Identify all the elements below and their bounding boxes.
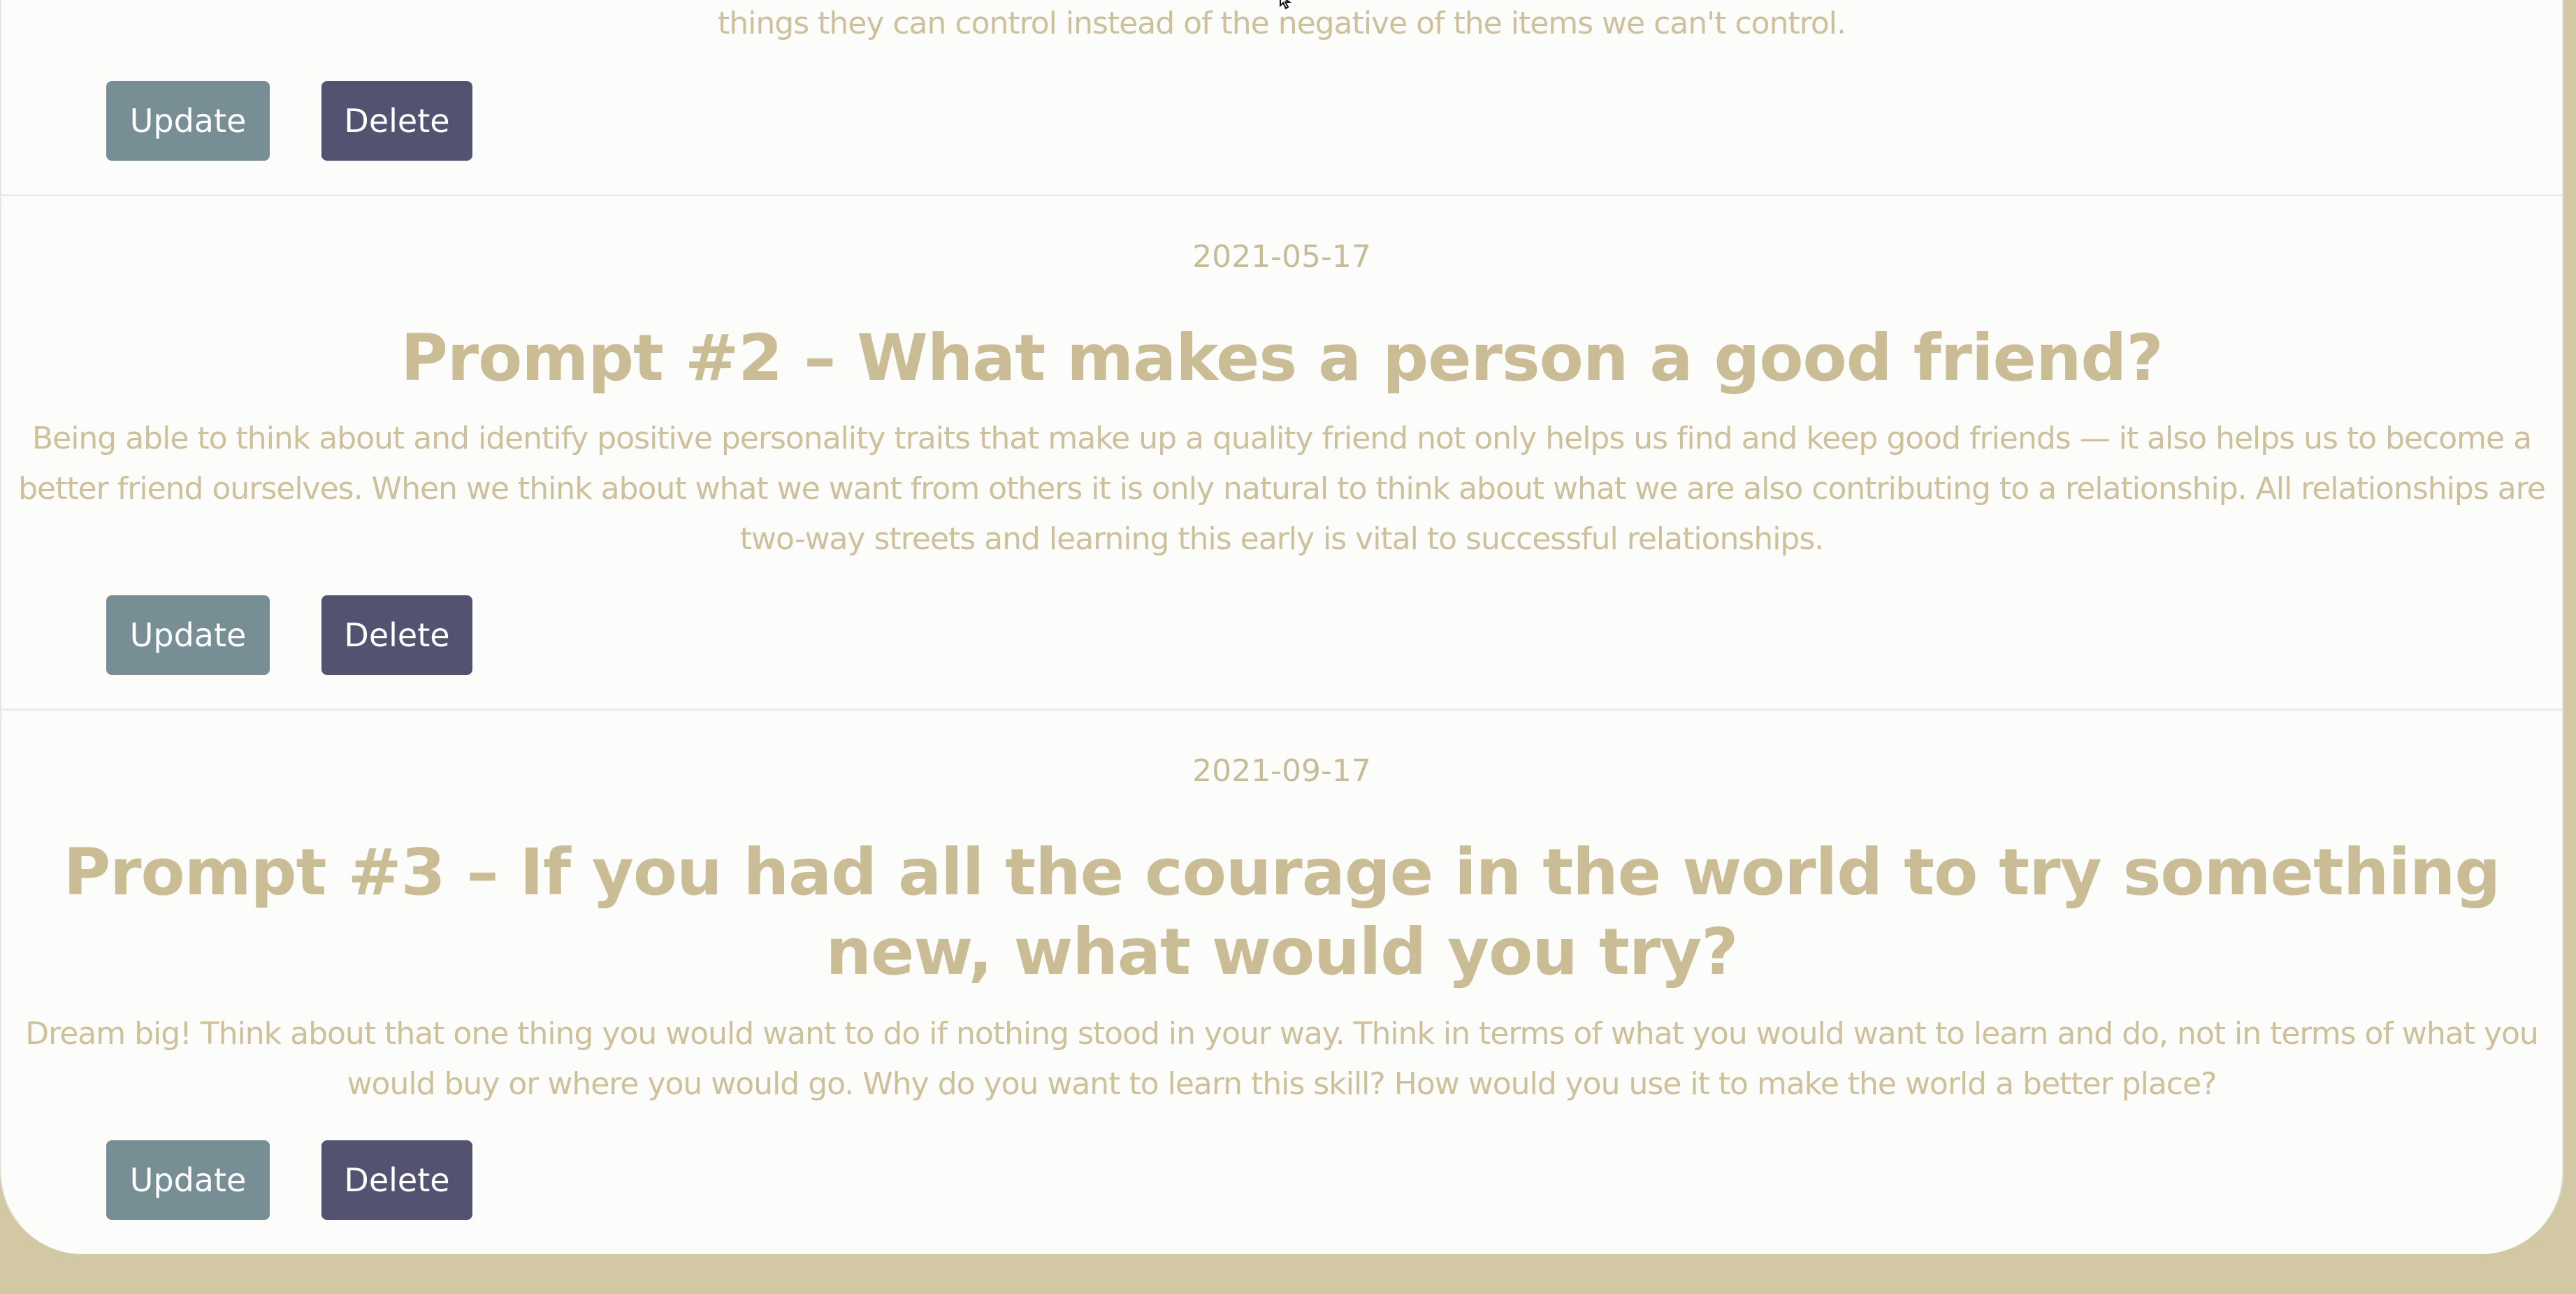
update-button[interactable]: Update [106, 1140, 270, 1220]
update-button[interactable]: Update [106, 595, 270, 675]
entry-divider [1, 708, 2562, 711]
delete-button[interactable]: Delete [321, 595, 472, 675]
delete-button[interactable]: Delete [321, 81, 472, 161]
entry-divider [1, 194, 2562, 196]
prompts-card: things they can control instead of the n… [0, 0, 2563, 1254]
prompt-title: Prompt #2 – What makes a person a good f… [400, 321, 2163, 395]
update-button[interactable]: Update [106, 81, 270, 161]
prompt-title: Prompt #3 – If you had all the courage i… [63, 835, 2501, 989]
prompt-date: 2021-05-17 [1192, 239, 1371, 275]
prompt-date: 2021-09-17 [1192, 753, 1371, 789]
mouse-cursor-icon [1280, 0, 1292, 10]
prompt-body: Dream big! Think about that one thing yo… [25, 1016, 2539, 1102]
delete-button[interactable]: Delete [321, 1140, 472, 1220]
prompt-body: Being able to think about and identify p… [18, 421, 2546, 557]
